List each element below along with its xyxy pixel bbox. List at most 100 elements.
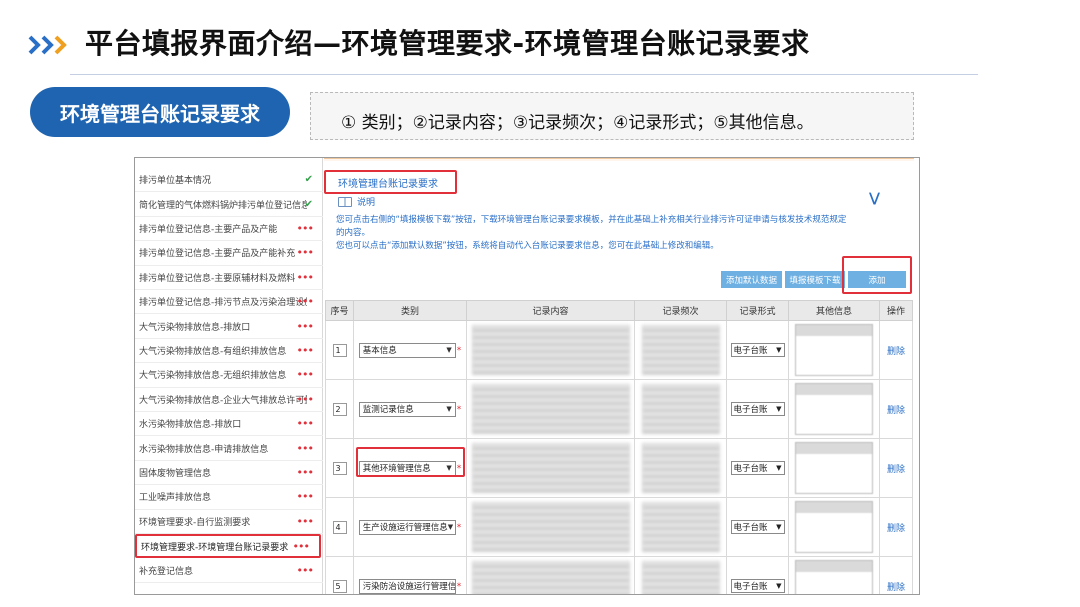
- download-template-button[interactable]: 填报模板下载: [785, 271, 845, 288]
- sidebar-item[interactable]: 排污单位登记信息-主要产品及产能 •••: [135, 217, 323, 242]
- book-icon: [338, 196, 352, 207]
- other-info-cell: [788, 320, 880, 380]
- chevron-down-icon: ▼: [776, 464, 782, 472]
- seq-cell: 5: [325, 556, 354, 594]
- sidebar-item[interactable]: 简化管理的气体燃料锅炉排污单位登记信息 ✔: [135, 192, 323, 217]
- other-info-textarea[interactable]: [795, 501, 873, 553]
- category-select[interactable]: 污染防治设施运行管理信息▼: [358, 578, 456, 594]
- sidebar-item-label: 补充登记信息: [139, 566, 194, 577]
- format-select[interactable]: 电子台账 ▼: [730, 579, 785, 593]
- sidebar-item[interactable]: 排污单位登记信息-排污节点及污染治理设施 •••: [135, 290, 323, 315]
- seq-input[interactable]: 3: [332, 461, 347, 475]
- column-header: 类别: [353, 300, 467, 321]
- sidebar-item[interactable]: 大气污染物排放信息-无组织排放信息 •••: [135, 363, 323, 388]
- sidebar-item[interactable]: 水污染物排放信息-申请排放信息 •••: [135, 436, 323, 461]
- sidebar-item[interactable]: 工业噪声排放信息 •••: [135, 485, 323, 510]
- seq-input[interactable]: 4: [332, 520, 347, 534]
- chevron-down-icon: ▼: [776, 582, 782, 590]
- sidebar-item-label: 环境管理要求-环境管理台账记录要求: [141, 542, 289, 553]
- column-header: 序号: [325, 300, 354, 321]
- other-info-textarea[interactable]: [795, 442, 873, 494]
- action-cell: 删除: [879, 497, 913, 557]
- sidebar-item[interactable]: 大气污染物排放信息-排放口 •••: [135, 314, 323, 339]
- column-header: 记录频次: [634, 300, 727, 321]
- delete-link[interactable]: 删除: [887, 406, 905, 416]
- record-content-textarea[interactable]: [471, 502, 630, 552]
- record-content-textarea[interactable]: [471, 325, 630, 375]
- note-line: 您可点击右侧的“填报模板下载”按钮，下载环境管理台账记录要求模板，并在此基础上补…: [336, 215, 847, 225]
- sidebar-item-label: 排污单位登记信息-主要原辅材料及燃料: [139, 273, 296, 284]
- sidebar-item-label: 水污染物排放信息-申请排放信息: [139, 444, 269, 455]
- sidebar-item[interactable]: 补充登记信息 •••: [135, 558, 323, 583]
- seq-input[interactable]: 2: [332, 402, 347, 416]
- format-select[interactable]: 电子台账 ▼: [730, 461, 785, 475]
- category-select[interactable]: 监测记录信息 ▼: [358, 401, 456, 417]
- delete-link[interactable]: 删除: [887, 465, 905, 475]
- category-select[interactable]: 基本信息 ▼: [358, 342, 456, 358]
- format-select[interactable]: 电子台账 ▼: [730, 402, 785, 416]
- collapse-chevron-icon[interactable]: ⋁: [869, 191, 880, 206]
- pending-dots-icon: •••: [296, 563, 314, 577]
- record-frequency-textarea[interactable]: [641, 325, 720, 375]
- delete-link[interactable]: 删除: [887, 583, 905, 593]
- table-row: 1 基本信息 ▼ * 电子台账 ▼ 删除: [325, 320, 913, 380]
- tab-ledger-requirements[interactable]: 环境管理台账记录要求: [324, 170, 457, 194]
- main-panel: 环境管理台账记录要求 说明 ⋁ 您可点击右侧的“填报模板下载”按钮，下载环境管理…: [324, 158, 919, 594]
- frequency-cell: [634, 497, 727, 557]
- sidebar-item[interactable]: 环境管理要求-环境管理台账记录要求 •••: [135, 534, 321, 559]
- record-frequency-textarea[interactable]: [641, 502, 720, 552]
- sidebar-item[interactable]: 排污单位登记信息-主要原辅材料及燃料 •••: [135, 266, 323, 290]
- record-frequency-textarea[interactable]: [641, 443, 720, 493]
- other-info-textarea[interactable]: [795, 383, 873, 435]
- chevron-down-icon: ▼: [776, 346, 782, 354]
- other-info-textarea[interactable]: [795, 560, 873, 594]
- seq-cell: 4: [325, 497, 354, 557]
- sidebar-item-label: 固体废物管理信息: [139, 468, 212, 479]
- sidebar-item[interactable]: 固体废物管理信息 •••: [135, 461, 323, 486]
- record-frequency-textarea[interactable]: [641, 384, 720, 434]
- sidebar-item[interactable]: 排污单位登记信息-主要产品及产能补充 •••: [135, 241, 323, 266]
- delete-link[interactable]: 删除: [887, 524, 905, 534]
- category-cell: 基本信息 ▼ *: [353, 320, 467, 380]
- table-row: 2 监测记录信息 ▼ * 电子台账 ▼ 删除: [325, 379, 913, 439]
- table-row: 3 其他环境管理信息 ▼ * 电子台账 ▼ 删除: [325, 438, 913, 498]
- pending-dots-icon: •••: [296, 246, 314, 260]
- other-info-textarea[interactable]: [795, 324, 873, 376]
- sidebar: 排污单位基本情况 ✔ 简化管理的气体燃料锅炉排污单位登记信息 ✔ 排污单位登记信息-主要…: [135, 158, 323, 594]
- note-line: 您也可以点击“添加默认数据”按钮，系统将自动代入台账记录要求信息，您可在此基础上…: [336, 241, 719, 251]
- pending-dots-icon: •••: [296, 319, 314, 333]
- action-cell: 删除: [879, 438, 913, 498]
- triple-chevron-icon: [28, 35, 67, 55]
- category-select[interactable]: 生产设施运行管理信息 ▼: [358, 519, 456, 535]
- format-select[interactable]: 电子台账 ▼: [730, 520, 785, 534]
- add-default-data-button[interactable]: 添加默认数据: [721, 271, 782, 288]
- format-cell: 电子台账 ▼: [726, 497, 789, 557]
- category-highlight: [356, 447, 465, 477]
- sidebar-item[interactable]: 环境管理要求-自行监测要求 •••: [135, 510, 323, 534]
- content-cell: [466, 320, 635, 380]
- column-header: 其他信息: [788, 300, 880, 321]
- pending-dots-icon: •••: [296, 392, 314, 406]
- sidebar-item[interactable]: 大气污染物排放信息-有组织排放信息 •••: [135, 339, 323, 364]
- sidebar-item-label: 环境管理要求-自行监测要求: [139, 517, 251, 528]
- seq-input[interactable]: 1: [332, 343, 347, 357]
- format-value: 电子台账: [733, 405, 768, 415]
- sidebar-item-label: 排污单位基本情况: [139, 176, 212, 187]
- record-frequency-textarea[interactable]: [641, 561, 720, 594]
- record-content-textarea[interactable]: [471, 384, 630, 434]
- sidebar-item[interactable]: 水污染物排放信息-排放口 •••: [135, 412, 323, 437]
- sidebar-item-label: 工业噪声排放信息: [139, 493, 212, 504]
- content-cell: [466, 438, 635, 498]
- record-content-textarea[interactable]: [471, 443, 630, 493]
- complete-check-icon: ✔: [304, 198, 313, 210]
- sidebar-item[interactable]: 排污单位基本情况 ✔: [135, 168, 323, 193]
- record-content-textarea[interactable]: [471, 561, 630, 594]
- delete-link[interactable]: 删除: [887, 347, 905, 357]
- sidebar-item[interactable]: 大气污染物排放信息-企业大气排放总许可量 •••: [135, 388, 323, 412]
- pending-dots-icon: •••: [296, 221, 314, 235]
- action-cell: 删除: [879, 556, 913, 594]
- chevron-down-icon: ▼: [776, 405, 782, 413]
- sidebar-item-label: 大气污染物排放信息-有组织排放信息: [139, 346, 287, 357]
- format-select[interactable]: 电子台账 ▼: [730, 343, 785, 357]
- seq-input[interactable]: 5: [332, 579, 347, 593]
